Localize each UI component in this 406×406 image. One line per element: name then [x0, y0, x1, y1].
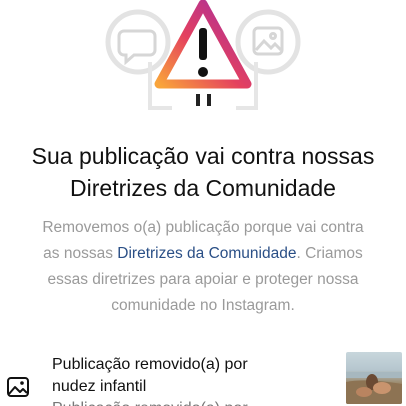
title-line-2: Diretrizes da Comunidade	[70, 175, 336, 201]
removed-post-thumbnail	[346, 352, 402, 404]
removal-description: Removemos o(a) publicação porque vai con…	[8, 215, 398, 319]
page-title: Sua publicação vai contra nossas Diretri…	[0, 140, 406, 204]
description-line-1: Removemos o(a) publicação porque vai con…	[42, 219, 364, 236]
image-icon	[7, 377, 29, 397]
community-guidelines-link[interactable]: Diretrizes da Comunidade	[117, 245, 296, 262]
warning-hero-illustration	[0, 0, 406, 118]
description-line-2: as nossas Diretrizes da Comunidade. Cria…	[8, 241, 398, 267]
title-line-1: Sua publicação vai contra nossas	[31, 143, 375, 169]
description-line-2-suffix: . Criamos	[296, 245, 363, 262]
removed-post-text: Publicação removido(a) por nudez infanti…	[52, 354, 337, 406]
chat-bubble-icon	[117, 29, 157, 66]
warning-illustration	[105, 0, 301, 110]
description-line-3: essas diretrizes para apoiar e proteger …	[47, 271, 359, 288]
description-line-4: comunidade no Instagram.	[111, 297, 295, 314]
removed-post-item[interactable]: Publicação removido(a) por nudez infanti…	[0, 350, 406, 406]
photo-icon	[252, 26, 284, 56]
removed-post-reason-line-2: nudez infantil	[52, 378, 147, 395]
removed-post-reason-line-1: Publicação removido(a) por	[52, 356, 248, 373]
description-line-2-prefix: as nossas	[43, 245, 118, 262]
thumbnail-image	[346, 372, 402, 404]
removed-post-reason-line-3: Publicação removido(a) por	[52, 398, 337, 406]
